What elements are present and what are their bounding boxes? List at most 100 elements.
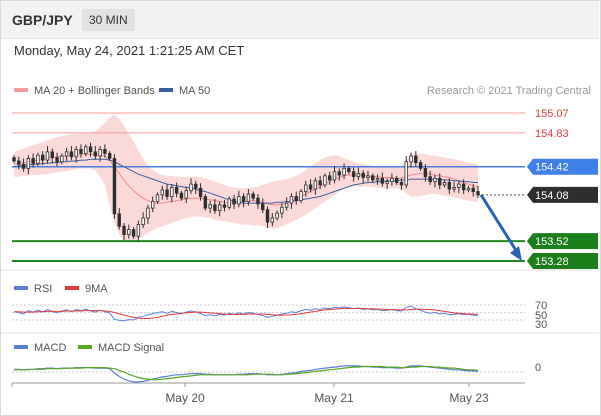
candle-body-down bbox=[418, 162, 423, 169]
level-tag-154.08: 154.08 bbox=[527, 186, 598, 203]
candle-body-down bbox=[198, 187, 203, 197]
candle-body-down bbox=[438, 177, 442, 186]
candle-body-up bbox=[151, 201, 155, 209]
candle-body-up bbox=[299, 191, 303, 202]
candle-body-up bbox=[390, 177, 394, 183]
projection-arrow bbox=[479, 194, 522, 261]
candle-body-down bbox=[351, 171, 356, 178]
candle-body-up bbox=[170, 187, 174, 197]
candle-body-down bbox=[399, 182, 404, 186]
candle-body-down bbox=[318, 180, 322, 186]
legend-swatch-rsi bbox=[14, 286, 28, 290]
candle-body-up bbox=[275, 212, 279, 219]
legend-label-rsi-ma: 9MA bbox=[85, 283, 108, 295]
candle-body-up bbox=[385, 181, 389, 184]
candle-body-down bbox=[371, 175, 375, 181]
macd-zero-label: 0 bbox=[535, 362, 541, 374]
candle-body-down bbox=[122, 225, 126, 235]
legend-swatch-macd bbox=[14, 345, 28, 349]
candle bbox=[203, 194, 208, 211]
candle-body-down bbox=[251, 193, 255, 199]
level-tags: 155.07 154.83 154.42 154.08 153.52 153.28 bbox=[527, 108, 598, 269]
candle-body-down bbox=[328, 175, 332, 181]
candle-body-down bbox=[107, 153, 112, 159]
candle-body-up bbox=[146, 207, 150, 219]
candle-body-down bbox=[428, 176, 432, 183]
macd-panel bbox=[12, 365, 525, 383]
candle-body-down bbox=[308, 184, 313, 190]
candle-body-down bbox=[131, 229, 136, 237]
candle-body-down bbox=[174, 187, 179, 194]
candle-body-up bbox=[136, 224, 141, 237]
candle-body-down bbox=[88, 146, 93, 153]
chart-canvas: MA 20 + Bollinger Bands MA 50 Research ©… bbox=[1, 85, 599, 405]
macd-signal-line bbox=[14, 365, 479, 381]
candle-body-down bbox=[112, 158, 117, 215]
legend-label-macd-signal: MACD Signal bbox=[98, 342, 164, 354]
candle-body-up bbox=[442, 182, 447, 186]
level-tag-text: 154.08 bbox=[535, 190, 569, 202]
candle-body-up bbox=[270, 217, 275, 223]
x-axis: May 20 May 21 May 23 bbox=[11, 383, 489, 405]
candle-body-down bbox=[347, 167, 351, 173]
candle-body-down bbox=[337, 171, 341, 176]
candle-body-down bbox=[103, 148, 107, 154]
candle-body-up bbox=[356, 172, 361, 178]
candle-body-down bbox=[222, 204, 227, 208]
candle-body-up bbox=[280, 206, 284, 214]
legend-label-ma20: MA 20 + Bollinger Bands bbox=[34, 85, 155, 97]
candle-body-down bbox=[179, 192, 184, 199]
rsi-legend: RSI 9MA bbox=[14, 283, 108, 295]
x-tick-label: May 21 bbox=[314, 391, 354, 405]
candle-body-down bbox=[423, 167, 428, 178]
candle-body-down bbox=[117, 213, 121, 227]
candle-body-up bbox=[189, 183, 193, 192]
candle-body-up bbox=[74, 148, 78, 158]
candle-body-up bbox=[60, 155, 64, 163]
candle-body-down bbox=[41, 154, 45, 161]
candle-body-down bbox=[69, 151, 74, 158]
candle-body-up bbox=[160, 189, 164, 196]
candle-body-up bbox=[26, 158, 31, 169]
candle-body-up bbox=[409, 155, 413, 163]
candle-body-down bbox=[461, 183, 466, 191]
candle-body-down bbox=[12, 157, 16, 162]
macd-legend: MACD MACD Signal bbox=[14, 342, 164, 354]
candle-body-down bbox=[241, 196, 246, 202]
candle-body-down bbox=[79, 148, 83, 154]
candle-body-up bbox=[64, 151, 69, 157]
level-tag-text: 153.52 bbox=[535, 236, 569, 248]
candle-body-up bbox=[304, 184, 308, 192]
candle bbox=[112, 154, 117, 219]
candle-body-up bbox=[237, 196, 241, 205]
level-tag-153.52: 153.52 bbox=[527, 233, 598, 250]
candle-body-up bbox=[466, 187, 471, 191]
legend-label-ma50: MA 50 bbox=[179, 85, 210, 97]
rsi-level-30: 30 bbox=[535, 319, 547, 331]
candle-body-up bbox=[84, 146, 88, 154]
legend-swatch-macd-signal bbox=[78, 345, 92, 349]
level-tag-text: 153.28 bbox=[535, 256, 569, 268]
candle-body-up bbox=[155, 194, 160, 202]
bollinger-band bbox=[14, 114, 478, 243]
candle-body-up bbox=[452, 187, 456, 190]
candle-body-down bbox=[394, 177, 399, 183]
level-tag-154.83: 154.83 bbox=[535, 128, 569, 140]
level-tag-153.28: 153.28 bbox=[527, 253, 598, 269]
candle-body-down bbox=[471, 187, 475, 192]
rsi-line bbox=[13, 305, 479, 322]
legend-label-rsi: RSI bbox=[34, 283, 52, 295]
candle-body-up bbox=[284, 202, 289, 208]
candle-body-down bbox=[21, 163, 26, 169]
candle-body-up bbox=[246, 193, 251, 202]
level-tag-155.07: 155.07 bbox=[535, 108, 569, 120]
candle-body-down bbox=[414, 155, 418, 164]
legend-label-macd: MACD bbox=[34, 342, 66, 354]
candle-body-down bbox=[265, 209, 270, 223]
projection-arrow-shaft bbox=[479, 194, 519, 253]
rsi-panel bbox=[12, 304, 525, 322]
candle-body-down bbox=[213, 204, 217, 211]
x-tick-label: May 23 bbox=[449, 391, 489, 405]
candle-body-up bbox=[184, 190, 188, 199]
candle-body-up bbox=[404, 161, 408, 186]
